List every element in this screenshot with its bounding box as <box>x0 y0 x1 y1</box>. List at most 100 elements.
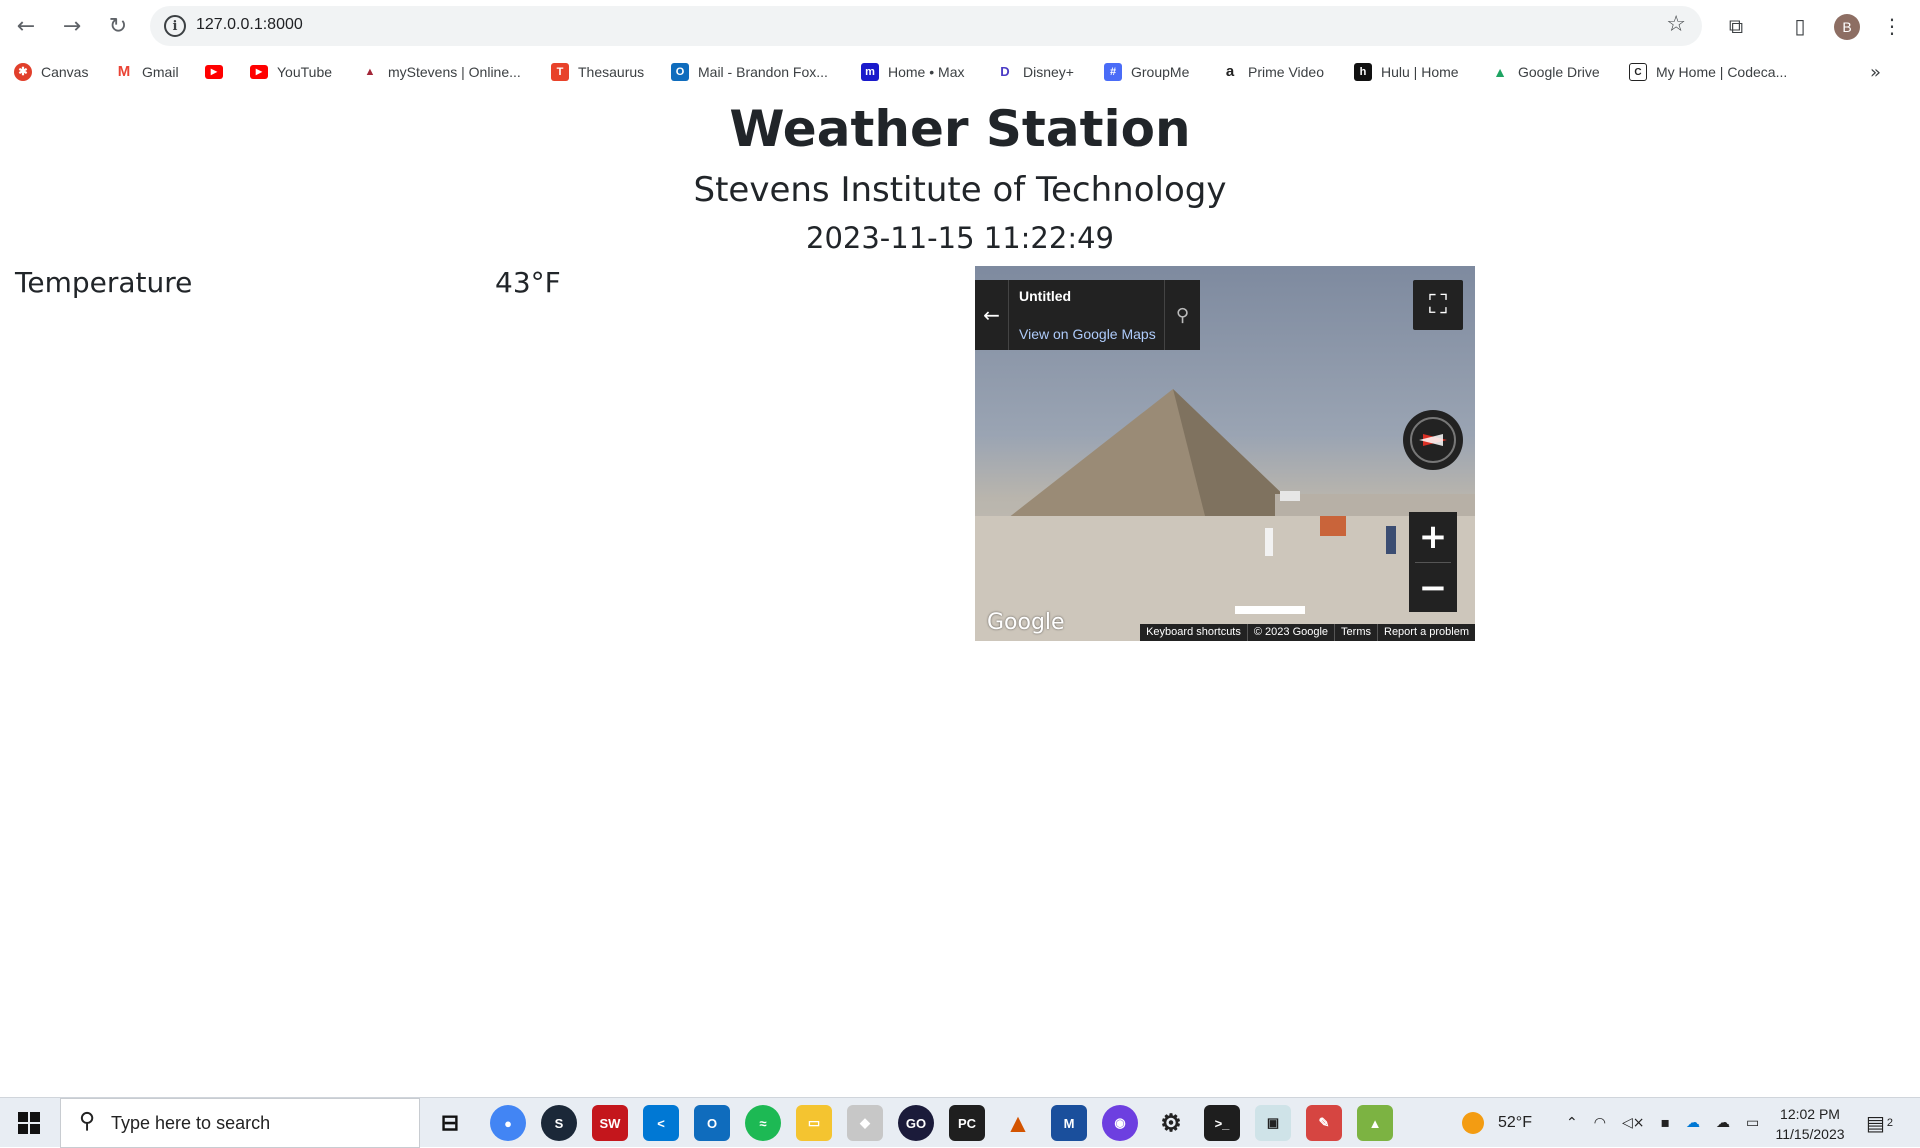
goland-icon[interactable]: GO <box>898 1105 934 1141</box>
gitkraken-icon[interactable]: ◆ <box>847 1105 883 1141</box>
bookmark-label: Prime Video <box>1248 64 1325 80</box>
avatar[interactable]: B <box>1834 14 1860 40</box>
reload-icon[interactable]: ↻ <box>102 10 134 42</box>
chevron-up-icon[interactable]: ⌃ <box>1566 1115 1578 1131</box>
bookmark-youtube[interactable]: ▶ YouTube <box>250 58 332 86</box>
keyboard-shortcuts-link[interactable]: Keyboard shortcuts <box>1140 624 1248 641</box>
battery-icon[interactable]: ▭ <box>1746 1115 1759 1131</box>
bookmark-canvas[interactable]: ✱ Canvas <box>14 58 88 86</box>
bookmark-thesaurus[interactable]: T Thesaurus <box>551 58 644 86</box>
page-subtitle: Stevens Institute of Technology <box>693 170 1227 210</box>
weather-widget[interactable]: 52°F <box>1462 1098 1532 1148</box>
zoom-out-button[interactable]: − <box>1409 563 1457 613</box>
cloud-icon[interactable]: ☁ <box>1716 1115 1730 1131</box>
terminal-icon[interactable]: >_ <box>1204 1105 1240 1141</box>
discord-icon[interactable]: ◉ <box>1102 1105 1138 1141</box>
windows-taskbar: ⚲ Type here to search ⊟ ● S SW < O ≈ ▭ ◆… <box>0 1097 1920 1148</box>
volume-muted-icon[interactable]: ◁× <box>1622 1115 1645 1131</box>
terms-link[interactable]: Terms <box>1335 624 1378 641</box>
forward-icon[interactable]: → <box>56 10 88 42</box>
bookmark-prime-video[interactable]: a Prime Video <box>1221 58 1324 86</box>
search-placeholder[interactable]: Type here to search <box>111 1113 270 1134</box>
bookmark-label: Canvas <box>41 64 89 80</box>
browser-toolbar: ← → ↻ i 127.0.0.1:8000 ☆ ⧉ ▯ B ⋮ <box>0 0 1920 52</box>
taskbar-search-input[interactable]: ⚲ Type here to search <box>60 1098 420 1148</box>
map-footer: Keyboard shortcuts © 2023 Google Terms R… <box>1140 624 1475 641</box>
bookmark-codecademy[interactable]: C My Home | Codeca... <box>1629 58 1787 86</box>
gmail-icon: M <box>115 63 133 81</box>
editor-app-icon[interactable]: ✎ <box>1306 1105 1342 1141</box>
clock-time: 12:02 PM <box>1780 1106 1840 1122</box>
bookmark-hulu[interactable]: h Hulu | Home <box>1354 58 1459 86</box>
vscode-icon[interactable]: < <box>643 1105 679 1141</box>
groupme-icon: # <box>1104 63 1122 81</box>
zoom-controls: + − <box>1409 512 1457 612</box>
street-view-embed[interactable]: ← Untitled View on Google Maps ⚲ ⛶ + − G… <box>975 266 1475 641</box>
windows-start-icon[interactable] <box>0 1098 58 1148</box>
spotify-icon[interactable]: ≈ <box>745 1105 781 1141</box>
window-app-icon[interactable]: ▣ <box>1255 1105 1291 1141</box>
task-view-icon[interactable]: ⊟ <box>432 1105 468 1141</box>
page-title: Weather Station <box>729 100 1191 158</box>
bookmark-label: Thesaurus <box>578 64 645 80</box>
google-logo: Google <box>987 610 1065 635</box>
bookmark-groupme[interactable]: # GroupMe <box>1104 58 1189 86</box>
bookmark-label: My Home | Codeca... <box>1656 64 1788 80</box>
pycharm-icon[interactable]: PC <box>949 1105 985 1141</box>
address-bar[interactable]: i 127.0.0.1:8000 ☆ <box>150 6 1702 46</box>
bookmark-max[interactable]: m Home • Max <box>861 58 964 86</box>
url-text[interactable]: 127.0.0.1:8000 <box>196 16 303 34</box>
view-on-google-maps-link[interactable]: View on Google Maps <box>1019 326 1156 342</box>
bookmark-google-drive[interactable]: ▲ Google Drive <box>1491 58 1600 86</box>
place-title: Untitled <box>1019 288 1072 304</box>
bookmark-label: GroupMe <box>1131 64 1190 80</box>
map-pin-icon[interactable]: ⚲ <box>1164 280 1200 350</box>
canvas-icon: ✱ <box>14 63 32 81</box>
bookmark-youtube-icon-only[interactable]: ▶ <box>205 58 232 86</box>
compass-icon[interactable] <box>1403 410 1463 470</box>
side-panel-icon[interactable]: ▯ <box>1784 10 1816 42</box>
back-icon[interactable]: ← <box>10 10 42 42</box>
menu-icon[interactable]: ⋮ <box>1876 10 1908 42</box>
taskbar-clock[interactable]: 12:02 PM 11/15/2023 <box>1772 1104 1848 1144</box>
timestamp: 2023-11-15 11:22:49 <box>806 221 1114 255</box>
temperature-label: Temperature <box>15 266 193 299</box>
bookmark-disney[interactable]: D Disney+ <box>996 58 1074 86</box>
back-arrow-icon[interactable]: ← <box>975 280 1009 350</box>
copyright-text: © 2023 Google <box>1248 624 1336 641</box>
steam-icon[interactable]: S <box>541 1105 577 1141</box>
disney-icon: D <box>996 63 1014 81</box>
solidworks-icon[interactable]: SW <box>592 1105 628 1141</box>
bookmark-star-icon[interactable]: ☆ <box>1666 12 1686 37</box>
file-explorer-icon[interactable]: ▭ <box>796 1105 832 1141</box>
wifi-icon[interactable]: ◠ <box>1594 1115 1606 1131</box>
drive-icon: ▲ <box>1491 63 1509 81</box>
more-bookmarks-icon[interactable]: » <box>1870 58 1881 86</box>
bookmark-label: Google Drive <box>1518 64 1600 80</box>
bookmark-gmail[interactable]: M Gmail <box>115 58 179 86</box>
site-info-icon[interactable]: i <box>164 15 186 37</box>
usb-icon[interactable]: ▪ <box>1660 1115 1670 1131</box>
chrome-icon[interactable]: ● <box>490 1105 526 1141</box>
onedrive-icon[interactable]: ☁ <box>1686 1115 1700 1131</box>
notifications-icon[interactable]: ▤ 2 <box>1866 1098 1893 1148</box>
bookmark-mail[interactable]: O Mail - Brandon Fox... <box>671 58 828 86</box>
outlook-icon[interactable]: O <box>694 1105 730 1141</box>
matlab-icon[interactable]: ▲ <box>1000 1105 1036 1141</box>
bookmark-label: Home • Max <box>888 64 965 80</box>
mathematica-icon[interactable]: M <box>1051 1105 1087 1141</box>
settings-icon[interactable]: ⚙ <box>1153 1105 1189 1141</box>
outlook-icon: O <box>671 63 689 81</box>
image-app-icon[interactable]: ▲ <box>1357 1105 1393 1141</box>
thesaurus-icon: T <box>551 63 569 81</box>
fullscreen-icon[interactable]: ⛶ <box>1413 280 1463 330</box>
clock-date: 11/15/2023 <box>1775 1126 1845 1142</box>
bookmark-mystevens[interactable]: ▲ myStevens | Online... <box>361 58 521 86</box>
extensions-icon[interactable]: ⧉ <box>1720 10 1752 42</box>
place-info-panel: ← Untitled View on Google Maps ⚲ <box>975 280 1200 350</box>
max-icon: m <box>861 63 879 81</box>
report-problem-link[interactable]: Report a problem <box>1378 624 1475 641</box>
hulu-icon: h <box>1354 63 1372 81</box>
bookmark-label: YouTube <box>277 64 333 80</box>
zoom-in-button[interactable]: + <box>1409 512 1457 562</box>
